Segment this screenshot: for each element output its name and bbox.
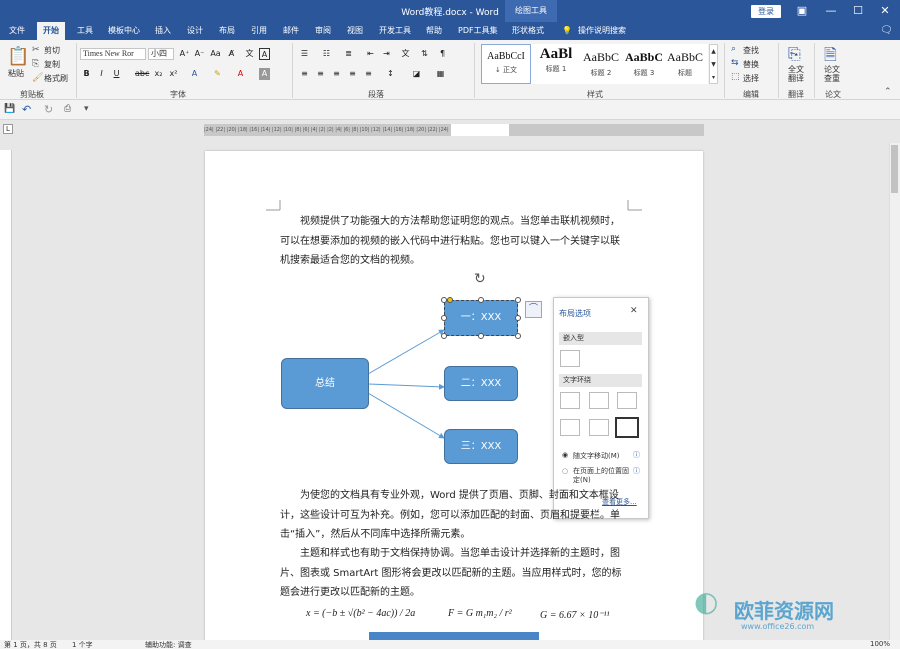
formula-gravity[interactable]: F = G m₁m₂ / r² <box>448 608 512 619</box>
radio-fix-position[interactable]: ○ <box>562 467 568 475</box>
resize-handle[interactable] <box>478 333 484 339</box>
wrap-square-icon[interactable] <box>560 392 580 409</box>
radio-move-label: 随文字移动(M) <box>573 452 620 460</box>
rotate-handle-icon[interactable]: ↻ <box>474 271 486 287</box>
resize-handle[interactable] <box>478 297 484 303</box>
resize-handle[interactable] <box>515 333 521 339</box>
shape-node-3[interactable]: 三：XXX <box>444 429 518 464</box>
formula-constant[interactable]: G = 6.67 × 10⁻¹¹ <box>540 610 610 621</box>
adjust-handle[interactable] <box>447 297 453 303</box>
radio-move-with-text[interactable]: ◉ <box>562 451 568 459</box>
shape-summary[interactable]: 总结 <box>281 358 369 409</box>
watermark-url: www.office26.com <box>741 622 815 631</box>
info-icon[interactable]: ⓘ <box>633 450 640 460</box>
shape-node-1[interactable]: 一：XXX <box>444 300 518 336</box>
info-icon[interactable]: ⓘ <box>633 466 640 476</box>
word-count[interactable]: 1 个字 <box>72 640 93 649</box>
status-bar: 第 1 页，共 8 页 1 个字 辅助功能: 调查 100% <box>0 640 900 649</box>
scrollbar-thumb[interactable] <box>891 145 898 193</box>
paragraph-3[interactable]: 主题和样式也有助于文档保持协调。当您单击设计并选择新的主题时，图片、图表或 Sm… <box>280 544 625 603</box>
inline-section-label: 嵌入型 <box>559 332 642 345</box>
shape-node-2[interactable]: 二：XXX <box>444 366 518 401</box>
resize-handle[interactable] <box>515 297 521 303</box>
zoom-level[interactable]: 100% <box>870 640 890 648</box>
watermark-text: 欧菲资源网 <box>734 599 834 623</box>
wrap-section-label: 文字环绕 <box>559 374 642 387</box>
resize-handle[interactable] <box>515 315 521 321</box>
accessibility-status[interactable]: 辅助功能: 调查 <box>145 640 192 649</box>
image-placeholder[interactable] <box>369 632 539 640</box>
wrap-through-icon[interactable] <box>617 392 637 409</box>
close-icon[interactable]: ✕ <box>630 306 638 316</box>
radio-fix-label: 在页面上的位置固定(N) <box>573 467 629 484</box>
page-counter[interactable]: 第 1 页，共 8 页 <box>4 640 57 649</box>
formula-quadratic[interactable]: x = (−b ± √(b² − 4ac)) / 2a <box>306 608 415 619</box>
panel-title: 布局选项 <box>559 309 591 318</box>
layout-options-icon[interactable]: ⌒ <box>525 301 542 318</box>
wrap-behind-text-icon[interactable] <box>589 419 609 436</box>
vertical-scrollbar[interactable] <box>889 143 900 640</box>
wrap-top-bottom-icon[interactable] <box>560 419 580 436</box>
resize-handle[interactable] <box>441 315 447 321</box>
watermark-logo-icon: ◐ <box>694 585 719 618</box>
wrap-inline-icon[interactable] <box>560 350 580 367</box>
wrap-tight-icon[interactable] <box>589 392 609 409</box>
resize-handle[interactable] <box>441 333 447 339</box>
wrap-in-front-icon[interactable] <box>615 417 639 438</box>
paragraph-2[interactable]: 为使您的文档具有专业外观，Word 提供了页眉、页脚、封面和文本框设计，这些设计… <box>280 486 625 545</box>
word-window: Word教程.docx - Word 绘图工具 登录 ▣ — ☐ ✕ 文件 开始… <box>0 0 900 649</box>
